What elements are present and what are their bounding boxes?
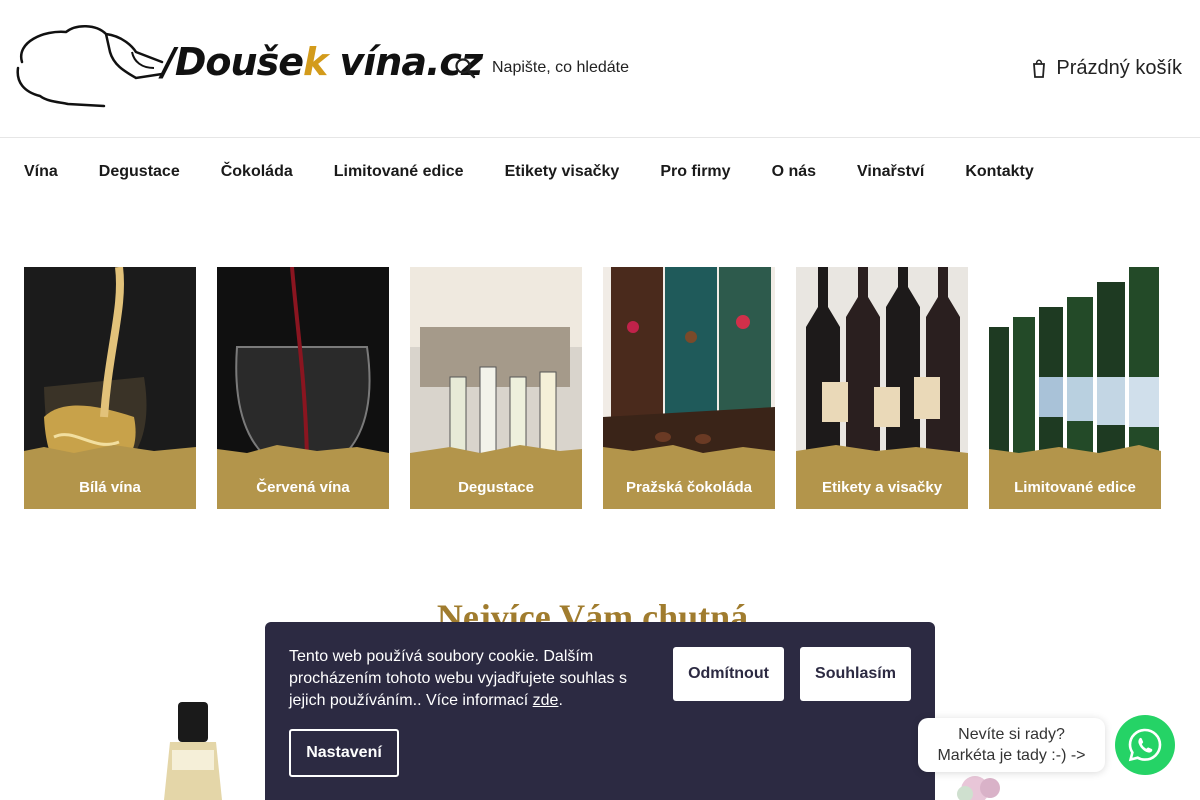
nav-item-cokolada[interactable]: Čokoláda (221, 160, 293, 184)
product-flower-image[interactable] (935, 770, 1025, 800)
search-icon[interactable] (454, 57, 476, 79)
site-logo[interactable]: /Doušek vína.cz (14, 22, 483, 110)
cart-label: Prázdný košík (1056, 56, 1182, 79)
tile-label: Pražská čokoláda (626, 479, 752, 496)
category-tile-etikety-visacky[interactable]: Etikety a visačky (796, 267, 968, 509)
cookie-message: Tento web používá soubory cookie. Dalším… (289, 648, 627, 709)
category-tile-bila-vina[interactable]: Bílá vína (24, 267, 196, 509)
cookie-punctuation: . (558, 692, 563, 709)
brush-edge-icon (989, 445, 1161, 461)
category-tiles: Bílá vína Červená vína Degustace Pražská… (24, 267, 1161, 509)
chat-line-2: Markéta je tady :-) -> (937, 747, 1086, 764)
cart-button[interactable]: Prázdný košík (1032, 52, 1182, 84)
main-nav: Vína Degustace Čokoláda Limitované edice… (24, 160, 1075, 184)
brush-edge-icon (24, 445, 196, 461)
chat-bubble[interactable]: Nevíte si rady? Markéta je tady :-) -> (918, 718, 1105, 772)
brush-edge-icon (796, 445, 968, 461)
wine-glass-drawing-icon (16, 25, 164, 108)
logo-word-dousek: Doušek (174, 40, 328, 84)
nav-item-degustace[interactable]: Degustace (99, 160, 180, 184)
tile-label: Etikety a visačky (821, 479, 943, 496)
logo-accent-letter: k (302, 40, 328, 84)
cookie-more-info-link[interactable]: zde (533, 692, 559, 709)
nav-item-o-nas[interactable]: O nás (772, 160, 816, 184)
brush-edge-icon (603, 445, 775, 461)
cookie-text: Tento web používá soubory cookie. Dalším… (289, 646, 649, 712)
page: /Doušek vína.cz Prázdný košík Vína Degus… (0, 0, 1200, 800)
cookie-accept-button[interactable]: Souhlasím (800, 647, 911, 701)
tile-label: Bílá vína (79, 479, 141, 496)
nav-item-pro-firmy[interactable]: Pro firmy (660, 160, 730, 184)
category-tile-cervena-vina[interactable]: Červená vína (217, 267, 389, 509)
cart-icon (1033, 59, 1046, 78)
whatsapp-button[interactable] (1115, 715, 1175, 775)
whatsapp-icon (1128, 728, 1162, 762)
brush-edge-icon (410, 445, 582, 461)
search-input[interactable] (492, 59, 852, 77)
nav-item-vinarstvi[interactable]: Vinařství (857, 160, 924, 184)
cookie-banner: Tento web používá soubory cookie. Dalším… (265, 622, 935, 800)
tile-label: Degustace (458, 479, 534, 496)
chat-line-1: Nevíte si rady? (958, 726, 1065, 743)
nav-item-kontakty[interactable]: Kontakty (965, 160, 1033, 184)
cookie-decline-button[interactable]: Odmítnout (673, 647, 784, 701)
site-header: /Doušek vína.cz Prázdný košík (0, 0, 1200, 138)
category-tile-limitovane-edice[interactable]: Limitované edice (989, 267, 1161, 509)
category-tile-prazska-cokolada[interactable]: Pražská čokoláda (603, 267, 775, 509)
category-tile-degustace[interactable]: Degustace (410, 267, 582, 509)
tile-label: Červená vína (256, 479, 350, 496)
nav-item-vina[interactable]: Vína (24, 160, 58, 184)
logo-wordmark: /Doušek vína.cz (162, 40, 483, 84)
brush-edge-icon (217, 445, 389, 461)
cookie-settings-button[interactable]: Nastavení (289, 729, 399, 777)
nav-item-etikety-visacky[interactable]: Etikety visačky (505, 160, 620, 184)
tile-label: Limitované edice (1014, 479, 1136, 496)
nav-item-limitovane-edice[interactable]: Limitované edice (334, 160, 464, 184)
search-bar[interactable] (450, 48, 870, 88)
